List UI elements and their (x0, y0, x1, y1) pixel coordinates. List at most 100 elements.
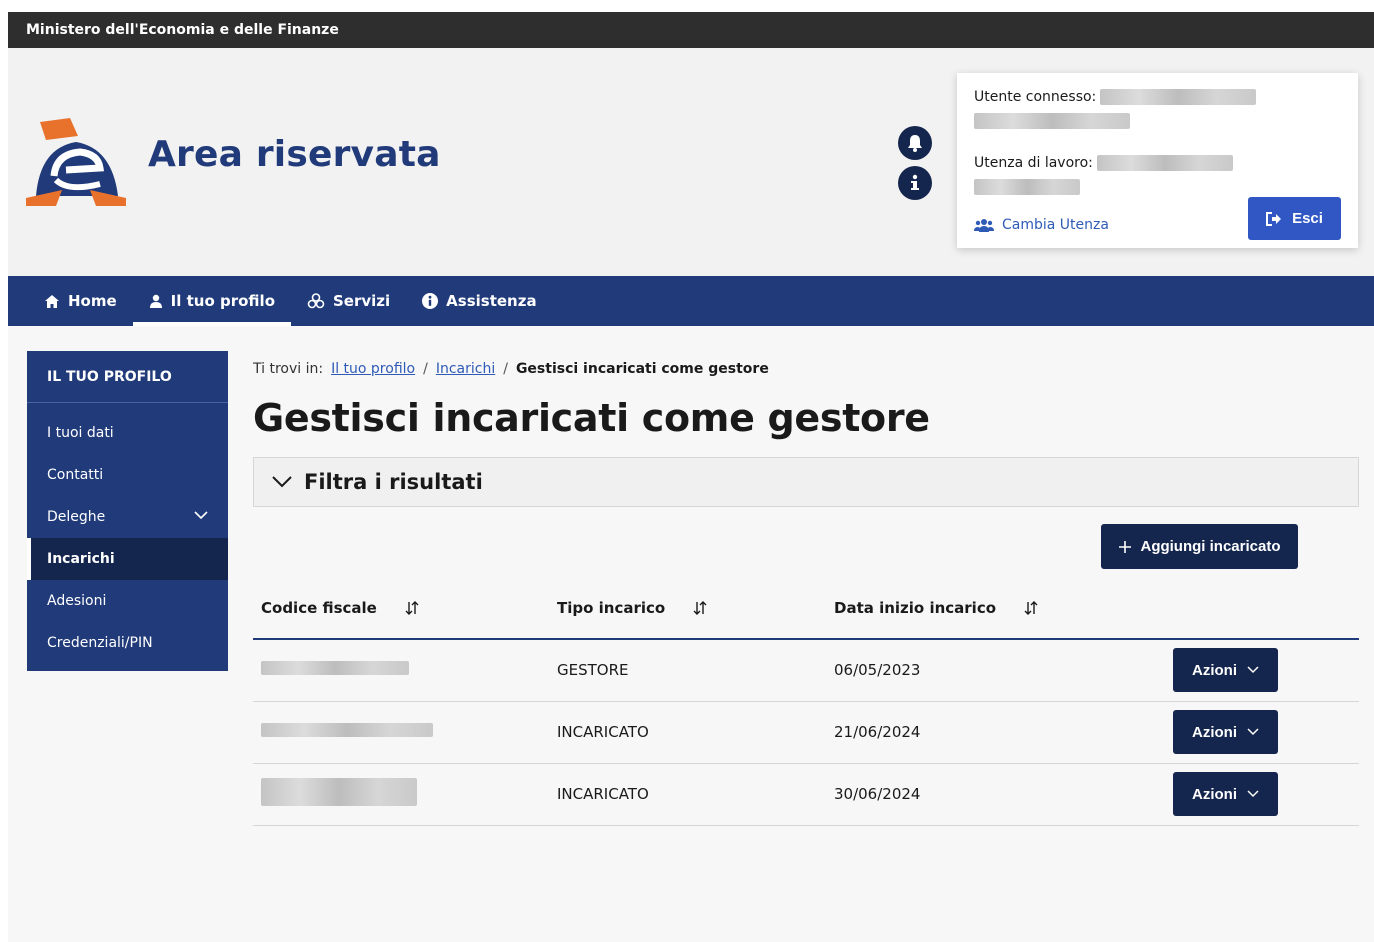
change-user-link[interactable]: Cambia Utenza (974, 217, 1109, 233)
add-incaricato-button[interactable]: Aggiungi incaricato (1101, 524, 1298, 569)
table-row: INCARICATO 21/06/2024 Azioni (253, 701, 1359, 764)
breadcrumb-separator: / (503, 361, 508, 377)
nav-item-home[interactable]: Home (28, 276, 133, 326)
sidebar-item-tuoi-dati[interactable]: I tuoi dati (27, 412, 228, 454)
redacted-codice-fiscale (261, 778, 417, 806)
sidebar-item-incarichi[interactable]: Incarichi (27, 538, 228, 580)
filter-accordion[interactable]: Filtra i risultati (253, 457, 1359, 507)
redacted-user-code (974, 113, 1130, 129)
nav-item-label: Servizi (333, 292, 391, 310)
column-header-actions (1173, 577, 1359, 640)
info-icon[interactable] (898, 166, 932, 200)
azioni-label: Azioni (1192, 785, 1237, 803)
sign-out-icon (1266, 211, 1282, 226)
nav-item-services[interactable]: Servizi (291, 276, 406, 326)
connected-user-row: Utente connesso: (974, 87, 1341, 107)
ministry-name[interactable]: Ministero dell'Economia e delle Finanze (26, 22, 339, 38)
cell-codice-fiscale (253, 639, 549, 702)
sidebar-item-label: Deleghe (47, 509, 106, 525)
nav-item-label: Home (68, 292, 117, 310)
breadcrumb-link-incarichi[interactable]: Incarichi (436, 361, 495, 377)
redacted-codice-fiscale (261, 723, 433, 737)
sort-icon[interactable] (1023, 600, 1039, 616)
cell-tipo-incarico: INCARICATO (549, 701, 826, 764)
breadcrumb-current: Gestisci incaricati come gestore (515, 361, 769, 377)
chevron-down-icon (1247, 666, 1259, 674)
info-icon (422, 293, 439, 309)
breadcrumb-prefix: Ti trovi in: (253, 361, 324, 377)
bell-icon[interactable] (898, 126, 932, 160)
sidebar-title: IL TUO PROFILO (27, 351, 228, 403)
column-header-codice-fiscale[interactable]: Codice fiscale (253, 577, 549, 640)
cell-codice-fiscale (253, 701, 549, 764)
connected-user-label: Utente connesso: (974, 89, 1097, 105)
connected-user-code-row (974, 113, 1341, 133)
nav-item-label: Il tuo profilo (170, 292, 275, 310)
redacted-work-user (1096, 155, 1233, 171)
services-icon (307, 293, 325, 309)
agenzia-logo-icon[interactable] (26, 118, 126, 206)
chevron-down-icon (272, 476, 292, 488)
home-icon (45, 294, 59, 308)
logout-label: Esci (1292, 210, 1323, 227)
chevron-down-icon (1247, 728, 1259, 736)
table-toolbar: Aggiungi incaricato (253, 507, 1359, 569)
plus-icon (1119, 540, 1132, 553)
filter-label: Filtra i risultati (304, 470, 483, 494)
column-header-label: Data inizio incarico (834, 598, 997, 617)
cell-tipo-incarico: INCARICATO (549, 763, 826, 826)
table-row: INCARICATO 30/06/2024 Azioni (253, 763, 1359, 826)
redacted-user-name (1100, 89, 1257, 105)
work-user-label: Utenza di lavoro: (974, 155, 1093, 171)
incaricati-table: Codice fiscale Tipo incarico Data inizio… (253, 577, 1359, 826)
main-navbar: Home Il tuo profilo Servizi Assistenza (8, 276, 1374, 326)
cell-actions: Azioni (1173, 701, 1359, 764)
nav-item-profile[interactable]: Il tuo profilo (132, 276, 292, 326)
azioni-button[interactable]: Azioni (1173, 710, 1278, 754)
column-header-tipo-incarico[interactable]: Tipo incarico (549, 577, 826, 640)
profile-sidebar: IL TUO PROFILO I tuoi dati Contatti Dele… (27, 351, 228, 671)
site-title[interactable]: Area riservata (148, 134, 441, 175)
cell-tipo-incarico: GESTORE (549, 639, 826, 702)
chevron-down-icon (1247, 790, 1259, 798)
sort-icon[interactable] (404, 600, 420, 616)
work-user-code-row (974, 179, 1341, 199)
work-user-row: Utenza di lavoro: (974, 153, 1341, 173)
user-card: Utente connesso: Utenza di lavoro: Cambi… (957, 73, 1358, 248)
ministry-bar: Ministero dell'Economia e delle Finanze (8, 12, 1374, 48)
page: Ministero dell'Economia e delle Finanze … (8, 12, 1374, 942)
table-row: GESTORE 06/05/2023 Azioni (253, 639, 1359, 702)
add-incaricato-label: Aggiungi incaricato (1140, 538, 1281, 555)
sidebar-item-credenziali[interactable]: Credenziali/PIN (27, 622, 228, 664)
breadcrumb-link-profile[interactable]: Il tuo profilo (331, 361, 415, 377)
azioni-label: Azioni (1192, 661, 1237, 679)
nav-item-assistance[interactable]: Assistenza (406, 276, 552, 326)
sidebar-item-adesioni[interactable]: Adesioni (27, 580, 228, 622)
sidebar-item-deleghe[interactable]: Deleghe (27, 496, 228, 538)
table-header-row: Codice fiscale Tipo incarico Data inizio… (253, 577, 1359, 640)
azioni-button[interactable]: Azioni (1173, 648, 1278, 693)
cell-data-inizio: 06/05/2023 (826, 639, 1173, 702)
azioni-button[interactable]: Azioni (1173, 772, 1278, 816)
cell-actions: Azioni (1173, 763, 1359, 826)
users-icon (974, 219, 994, 232)
nav-item-label: Assistenza (446, 292, 537, 310)
column-header-label: Codice fiscale (261, 598, 377, 617)
sort-icon[interactable] (692, 600, 708, 616)
chevron-down-icon (194, 511, 208, 520)
column-header-label: Tipo incarico (557, 598, 666, 617)
main-content: Ti trovi in: Il tuo profilo / Incarichi … (253, 351, 1359, 826)
cell-data-inizio: 21/06/2024 (826, 701, 1173, 764)
breadcrumb-separator: / (423, 361, 428, 377)
cell-actions: Azioni (1173, 639, 1359, 702)
redacted-work-code (974, 179, 1080, 195)
column-header-data-inizio[interactable]: Data inizio incarico (826, 577, 1173, 640)
site-header: Area riservata Utente connesso: Utenza d… (8, 48, 1374, 276)
breadcrumb: Ti trovi in: Il tuo profilo / Incarichi … (253, 359, 1359, 379)
cell-codice-fiscale (253, 763, 549, 826)
sidebar-item-contatti[interactable]: Contatti (27, 454, 228, 496)
logout-button[interactable]: Esci (1248, 197, 1341, 240)
cell-data-inizio: 30/06/2024 (826, 763, 1173, 826)
change-user-label: Cambia Utenza (1002, 217, 1109, 233)
azioni-label: Azioni (1192, 723, 1237, 741)
